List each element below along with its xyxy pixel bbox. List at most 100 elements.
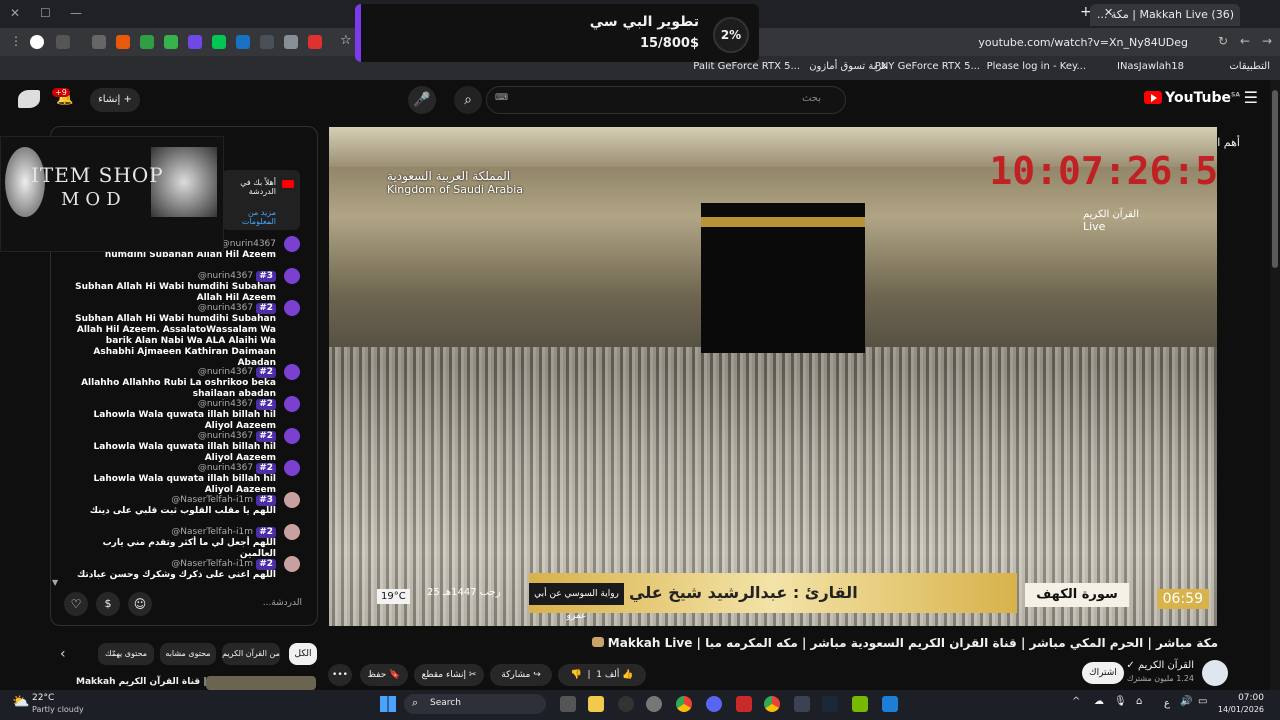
chat-message: @nurin4367 #2 Lahowla Wala quwata illah b… xyxy=(93,463,276,495)
chrome-icon[interactable] xyxy=(676,696,692,712)
extension-icon[interactable] xyxy=(164,35,178,49)
weather-icon[interactable]: ⛅ xyxy=(12,694,29,710)
app-icon[interactable] xyxy=(618,696,634,712)
app-icon[interactable] xyxy=(882,696,898,712)
page-scrollbar[interactable] xyxy=(1270,80,1280,690)
heart-icon[interactable]: ♡ xyxy=(64,592,88,616)
maximize-window-icon[interactable]: ☐ xyxy=(40,6,51,20)
steam-icon[interactable] xyxy=(822,696,838,712)
suggested-video-thumbnail[interactable] xyxy=(206,676,316,690)
temperature-label: 19°C xyxy=(377,589,410,604)
subscribe-button[interactable]: اشتراك xyxy=(1082,662,1124,684)
chrome-icon[interactable] xyxy=(764,696,780,712)
emoji-icon[interactable]: ☺ xyxy=(128,592,152,616)
bookmark-item[interactable]: Please log in - Key... xyxy=(987,61,1086,72)
chat-avatar xyxy=(284,556,300,572)
chip-from-quran[interactable]: من القرآن الكريم xyxy=(222,643,280,665)
search-input[interactable]: بحث ⌨ xyxy=(486,86,846,114)
more-actions-button[interactable]: ••• xyxy=(328,664,352,686)
extension-icon[interactable] xyxy=(284,35,298,49)
mic-icon[interactable]: 🎙 xyxy=(1114,696,1127,707)
chat-avatar xyxy=(284,268,300,284)
hamburger-menu-icon[interactable]: ☰ xyxy=(1244,88,1258,107)
bookmark-item[interactable]: PNY GeForce RTX 5... xyxy=(875,61,980,72)
windows-taskbar xyxy=(0,690,1280,720)
bookmark-apps[interactable]: التطبيقات xyxy=(1229,61,1270,72)
channel-name[interactable]: القرآن الكريم ✓ xyxy=(1126,660,1194,671)
chat-message: @NaserTelfah-i1m #2 اللهم أجعل لي ما أكثر… xyxy=(102,527,276,559)
wifi-icon[interactable]: ☁ xyxy=(1094,696,1104,707)
close-tab-icon[interactable]: ✕ xyxy=(1104,6,1113,19)
bookmark-item[interactable]: عربة تسوق أمازون xyxy=(809,61,888,72)
verified-icon: ✓ xyxy=(1126,660,1135,671)
close-window-icon[interactable]: ✕ xyxy=(10,6,20,20)
chat-avatar xyxy=(284,364,300,380)
channel-avatar[interactable] xyxy=(1202,660,1228,686)
video-player[interactable]: المملكة العربية السعودية Kingdom of Saud… xyxy=(329,127,1217,626)
chip-all[interactable]: الكل xyxy=(289,643,317,665)
bookmark-item[interactable]: Palit GeForce RTX 5... xyxy=(693,61,800,72)
scroll-down-icon[interactable]: ▼ xyxy=(52,578,58,587)
clip-button[interactable]: إنشاء مقطع ✂ xyxy=(414,664,484,686)
voice-search-icon[interactable]: 🎤 xyxy=(408,86,436,114)
youtube-logo[interactable]: YouTubeSA xyxy=(1144,90,1240,106)
chevron-left-icon[interactable]: ‹ xyxy=(60,646,66,662)
saudi-arabia-label: المملكة العربية السعودية Kingdom of Saud… xyxy=(387,169,524,196)
task-view-icon[interactable] xyxy=(560,696,576,712)
chip-similar[interactable]: محتوى مشابه xyxy=(160,643,216,665)
chat-avatar xyxy=(284,492,300,508)
taskbar-search[interactable]: ⌕ Search xyxy=(404,694,546,714)
reciter-name: القارئ : عبدالرشيد شيخ علي xyxy=(629,583,858,602)
app-icon[interactable] xyxy=(794,696,810,712)
settings-icon[interactable] xyxy=(646,696,662,712)
bookmark-item[interactable]: INasJawlah18 xyxy=(1117,61,1184,72)
kick-extension-icon[interactable] xyxy=(212,35,226,49)
volume-extension-icon[interactable] xyxy=(260,35,274,49)
network-icon[interactable]: ⌂ xyxy=(1136,696,1142,707)
extension-icon[interactable] xyxy=(236,35,250,49)
chat-input-row: ♡ $ ☺ الدردشة... xyxy=(60,592,308,618)
profile-avatar[interactable] xyxy=(30,35,44,49)
chat-message: @nurin4367 #2 Subhan Allah Hi Wabi humdih… xyxy=(75,303,276,368)
extension-icon[interactable] xyxy=(188,35,202,49)
extension-icon[interactable] xyxy=(308,35,322,49)
create-button[interactable]: إنشاء + xyxy=(90,88,140,112)
nvidia-icon[interactable] xyxy=(852,696,868,712)
back-icon[interactable]: ← xyxy=(1240,34,1250,48)
address-bar[interactable]: youtube.com/watch?v=Xn_Ny84UDeg xyxy=(978,36,1188,49)
app-icon[interactable] xyxy=(736,696,752,712)
share-button[interactable]: مشاركة ↪ xyxy=(490,664,552,686)
overlay-title-line2: MOD xyxy=(61,189,127,210)
extension-icon[interactable] xyxy=(56,35,70,49)
save-button[interactable]: حفظ 🔖 xyxy=(360,664,408,686)
bookmark-star-icon[interactable]: ☆ xyxy=(340,33,352,48)
minimize-window-icon[interactable]: — xyxy=(70,6,82,20)
super-chat-icon[interactable]: $ xyxy=(96,592,120,616)
like-icon[interactable]: 👍 xyxy=(622,670,633,680)
clock-time[interactable]: 07:00 xyxy=(1222,693,1264,703)
chat-input[interactable]: الدردشة... xyxy=(263,598,302,608)
kaaba xyxy=(701,203,865,353)
tray-chevron-icon[interactable]: ^ xyxy=(1072,696,1080,707)
weather-temp[interactable]: 22°C xyxy=(32,693,54,703)
speaker-icon[interactable]: 🔊 xyxy=(1180,696,1192,707)
discord-icon[interactable] xyxy=(706,696,722,712)
input-language[interactable]: ع xyxy=(1164,698,1170,709)
forward-icon[interactable]: → xyxy=(1262,34,1272,48)
chip-for-you[interactable]: محتوى يهمّك xyxy=(98,643,154,665)
keyboard-icon[interactable]: ⌨ xyxy=(495,93,508,103)
search-icon[interactable]: ⌕ xyxy=(454,86,482,114)
extension-icon[interactable] xyxy=(92,35,106,49)
like-dislike-buttons[interactable]: 👎 | 1 ألف 👍 xyxy=(558,664,646,686)
windows-start-icon[interactable] xyxy=(380,696,396,712)
battery-icon[interactable]: ▭ xyxy=(1198,696,1207,707)
dislike-icon[interactable]: 👎 xyxy=(571,670,582,680)
reload-icon[interactable]: ↻ xyxy=(1218,34,1228,48)
clock-date[interactable]: 14/01/2026 xyxy=(1214,705,1264,714)
file-explorer-icon[interactable] xyxy=(588,696,604,712)
menu-dots-icon[interactable]: ⋮ xyxy=(10,34,22,48)
extension-icon[interactable] xyxy=(116,35,130,49)
channel-thumb-icon xyxy=(591,637,604,647)
avatar[interactable] xyxy=(18,90,40,108)
extension-icon[interactable] xyxy=(140,35,154,49)
